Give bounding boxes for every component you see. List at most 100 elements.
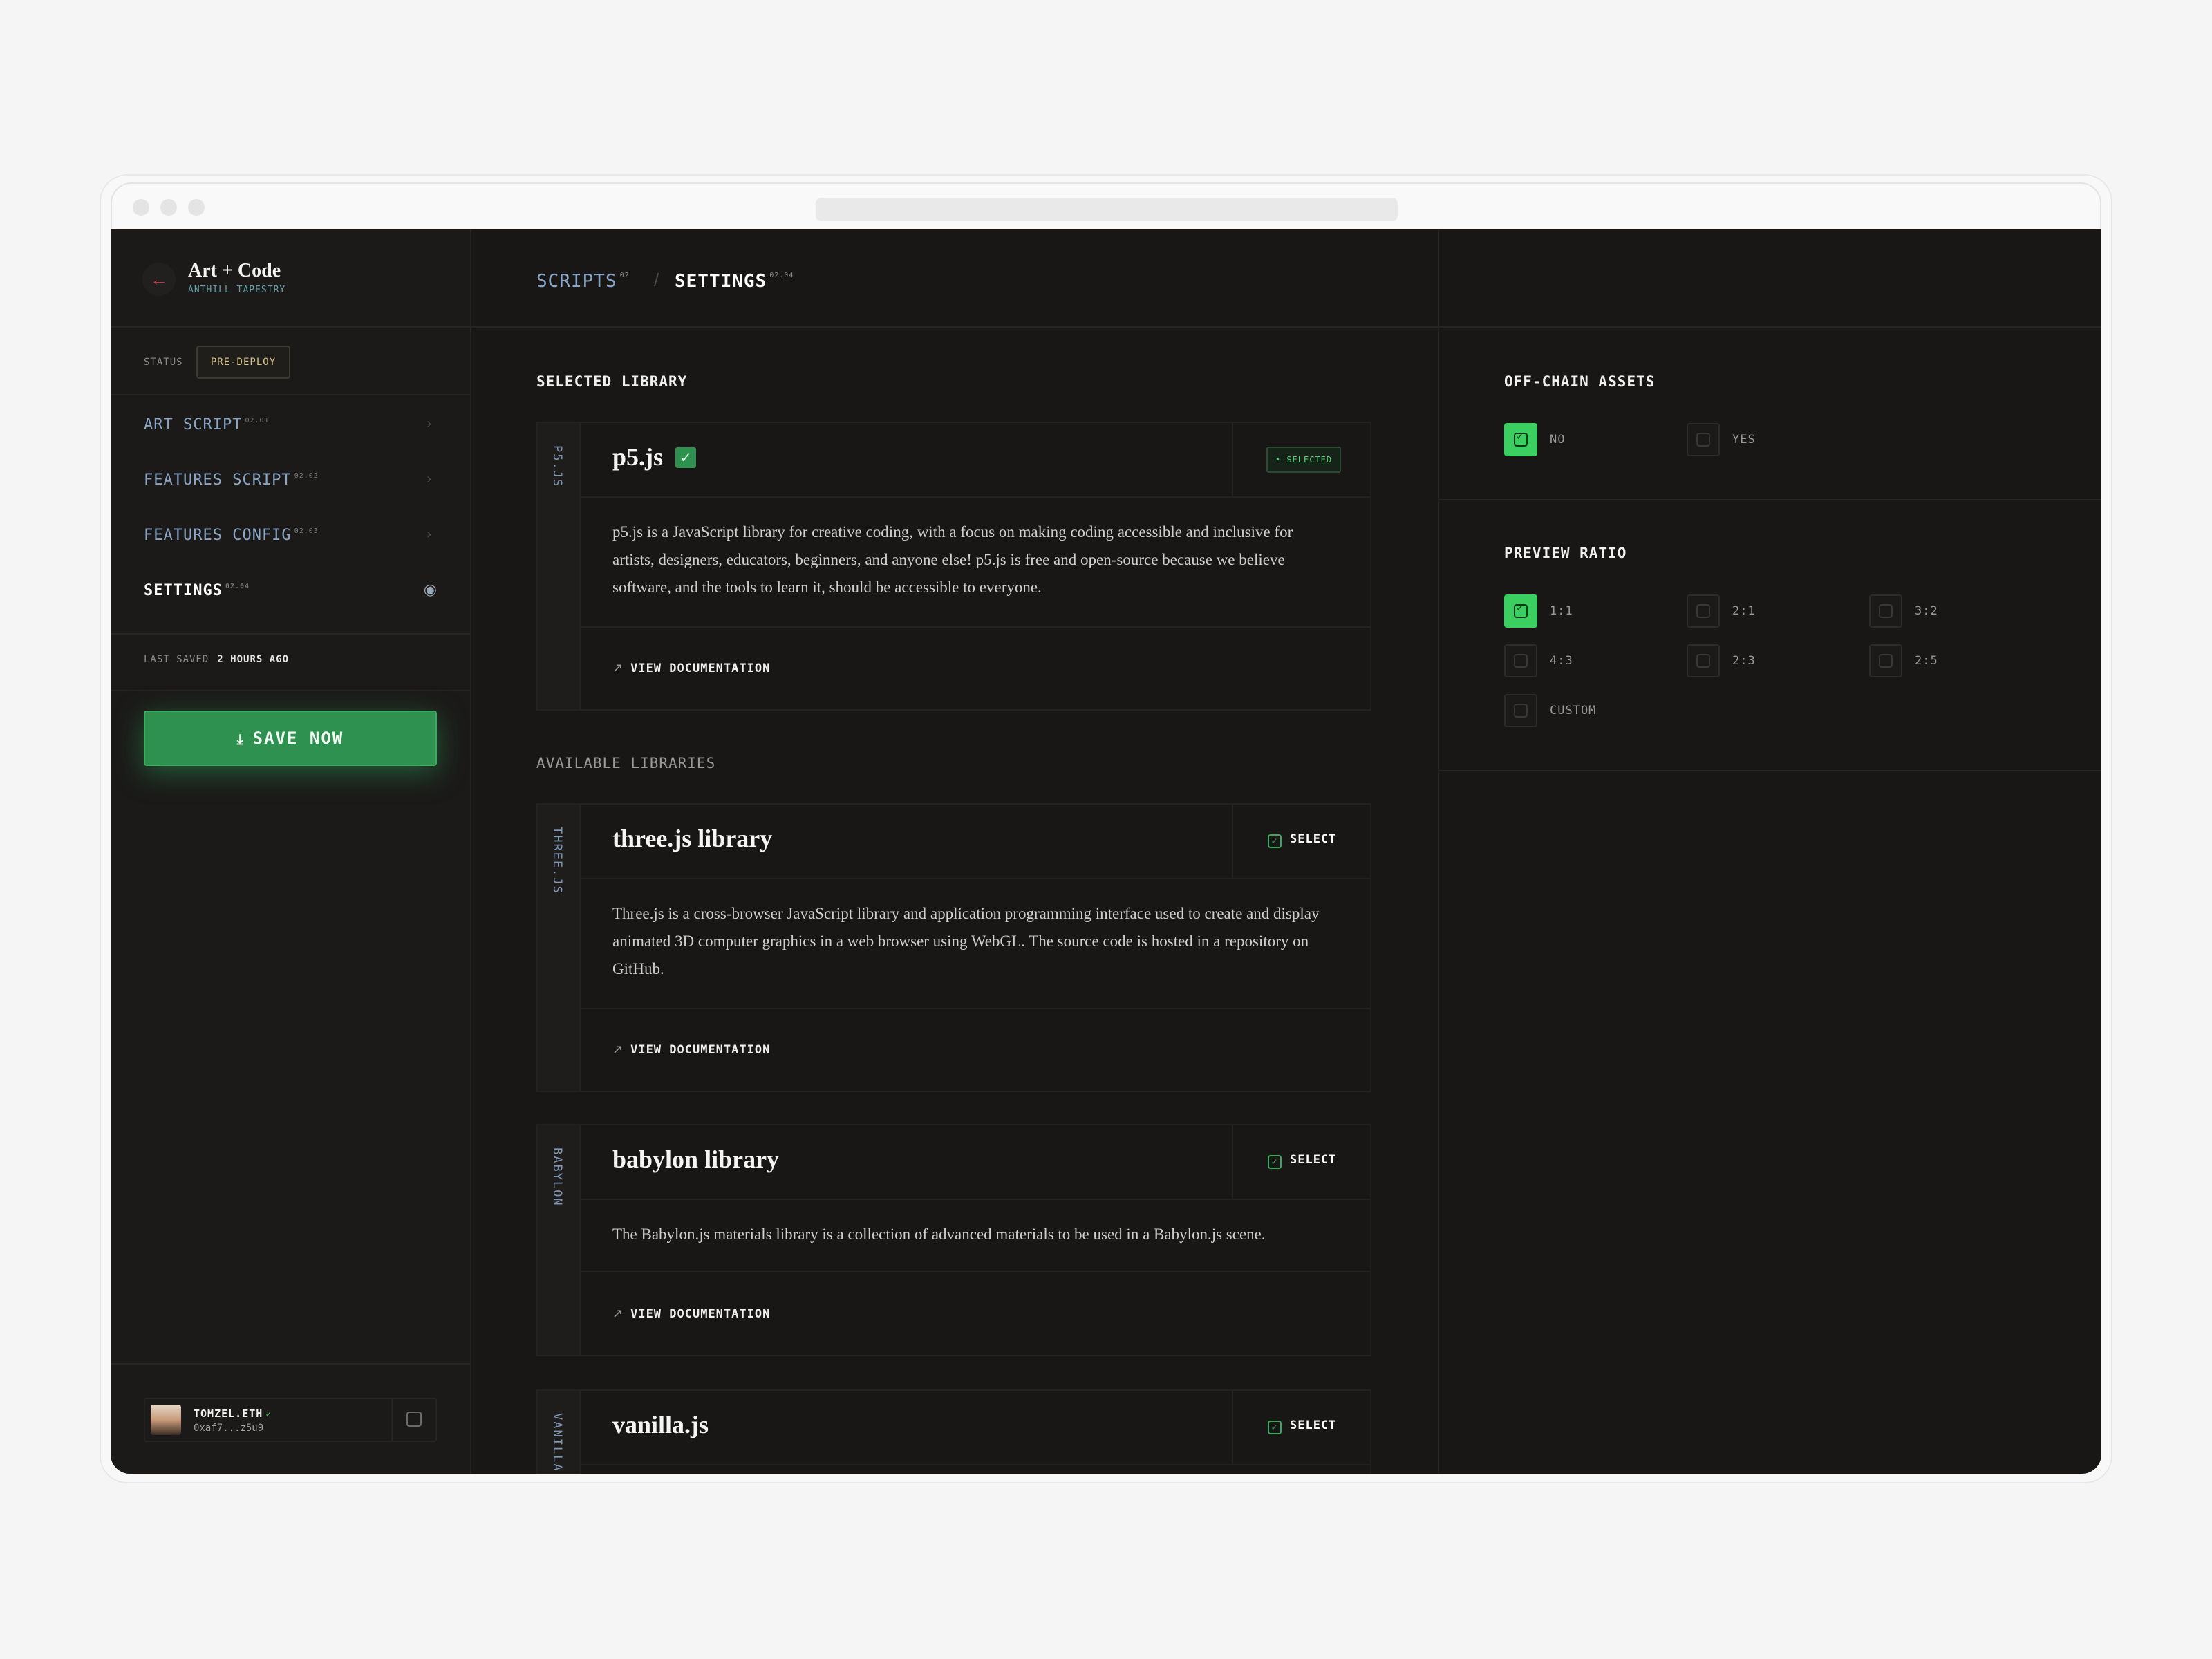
offchain-assets-heading: OFF-CHAIN ASSETS xyxy=(1504,373,1656,390)
download-icon: ⤓ xyxy=(236,731,245,747)
breadcrumb-scripts[interactable]: SCRIPTS 02 xyxy=(536,271,630,292)
checkbox[interactable] xyxy=(1504,644,1537,677)
divider xyxy=(391,1399,393,1441)
divider xyxy=(111,690,470,691)
select-button[interactable]: ✓ SELECT xyxy=(1268,1418,1336,1434)
select-button[interactable]: ✓ SELECT xyxy=(1268,832,1336,848)
window-maximize-dot[interactable] xyxy=(188,199,205,216)
wallet-address: 0xaf7...z5u9 xyxy=(194,1423,264,1434)
external-link-icon: ↗ xyxy=(612,1306,624,1321)
divider xyxy=(581,1008,1370,1009)
brand-header: ← Art + Code ANTHILL TAPESTRY xyxy=(111,229,470,328)
library-name: p5.js xyxy=(612,443,664,471)
option-label: 4:3 xyxy=(1550,654,1573,668)
panel-divider xyxy=(1438,229,1439,1474)
divider xyxy=(1439,770,2101,771)
breadcrumb-settings: SETTINGS 02.04 xyxy=(675,271,794,292)
sidebar-item-features-script[interactable]: FEATURES SCRIPT 02.02 › xyxy=(111,451,470,506)
breadcrumb-separator: / xyxy=(654,270,659,290)
breadcrumb-label: SCRIPTS xyxy=(536,271,617,292)
select-button[interactable]: ✓ SELECT xyxy=(1268,1153,1336,1169)
checkbox[interactable] xyxy=(1504,694,1537,727)
library-tag: BABYLON xyxy=(550,1147,564,1207)
library-card-vanilla: VANILLA vanilla.js ✓ SELECT xyxy=(536,1389,1371,1474)
sidebar-item-number: 02.03 xyxy=(294,527,319,535)
window-close-dot[interactable] xyxy=(133,199,149,216)
last-saved-label: LAST SAVED xyxy=(144,654,209,665)
view-documentation-link[interactable]: ↗ VIEW DOCUMENTATION xyxy=(612,1042,770,1057)
checkbox[interactable] xyxy=(1687,594,1720,628)
checkbox-icon: ✓ xyxy=(1268,1421,1282,1434)
library-tag: THREE.JS xyxy=(550,827,564,894)
eye-icon: ◉ xyxy=(423,581,437,598)
app-window: ← Art + Code ANTHILL TAPESTRY STATUS PRE… xyxy=(111,229,2101,1474)
status-label: STATUS xyxy=(144,357,183,368)
external-link-icon: ↗ xyxy=(612,661,624,675)
divider xyxy=(111,633,470,635)
option-label: CUSTOM xyxy=(1550,704,1597,718)
divider xyxy=(111,1363,470,1365)
option-label: 2:1 xyxy=(1732,604,1756,618)
library-card-babylon: BABYLON babylon library ✓ SELECT The Baby… xyxy=(536,1124,1371,1356)
checkbox[interactable] xyxy=(1687,423,1720,456)
view-documentation-link[interactable]: ↗ VIEW DOCUMENTATION xyxy=(612,661,770,675)
check-icon: ✓ xyxy=(675,447,697,468)
sidebar-nav: ART SCRIPT 02.01 › FEATURES SCRIPT 02.02 ›… xyxy=(111,395,470,617)
selected-badge: • SELECTED xyxy=(1266,447,1341,473)
last-saved: LAST SAVED 2 HOURS AGO xyxy=(144,654,289,665)
window-minimize-dot[interactable] xyxy=(160,199,177,216)
divider xyxy=(581,1271,1370,1272)
available-libraries-heading: AVAILABLE LIBRARIES xyxy=(536,755,716,771)
preview-ratio-heading: PREVIEW RATIO xyxy=(1504,545,1627,561)
sidebar-item-art-script[interactable]: ART SCRIPT 02.01 › xyxy=(111,395,470,451)
app-title: Art + Code xyxy=(188,260,281,281)
status-row: STATUS PRE-DEPLOY xyxy=(111,328,470,395)
status-badge: PRE-DEPLOY xyxy=(196,346,290,379)
checkbox-icon: ✓ xyxy=(1268,834,1282,848)
chevron-right-icon: › xyxy=(427,527,431,542)
option-label: 3:2 xyxy=(1915,604,1938,618)
back-arrow-icon[interactable]: ← xyxy=(142,263,176,296)
external-link-icon: ↗ xyxy=(612,1042,624,1057)
disconnect-icon[interactable] xyxy=(406,1412,422,1427)
library-description: p5.js is a JavaScript library for creati… xyxy=(612,523,1293,596)
last-saved-value: 2 HOURS AGO xyxy=(217,654,290,665)
save-now-button[interactable]: ⤓ SAVE NOW xyxy=(144,711,437,766)
address-bar[interactable] xyxy=(816,198,1398,221)
library-card-threejs: THREE.JS three.js library ✓ SELECT Three.… xyxy=(536,803,1371,1092)
sidebar-item-label: FEATURES SCRIPT xyxy=(144,471,292,489)
checkbox[interactable] xyxy=(1504,423,1537,456)
sidebar-item-number: 02.02 xyxy=(294,472,319,480)
breadcrumb-number: 02 xyxy=(619,272,630,279)
sidebar-item-number: 02.01 xyxy=(245,417,270,424)
library-name: three.js library xyxy=(612,825,773,852)
library-description: Three.js is a cross-browser JavaScript l… xyxy=(612,905,1320,977)
checkbox[interactable] xyxy=(1504,594,1537,628)
sidebar-item-label: FEATURES CONFIG xyxy=(144,527,292,544)
option-label: YES xyxy=(1732,433,1756,447)
view-documentation-link[interactable]: ↗ VIEW DOCUMENTATION xyxy=(612,1306,770,1321)
user-card[interactable]: TOMZEL.ETH ✓ 0xaf7...z5u9 xyxy=(144,1398,437,1442)
option-label: 1:1 xyxy=(1550,604,1573,618)
divider xyxy=(1439,499,2101,500)
checkbox[interactable] xyxy=(1869,644,1902,677)
option-label: 2:3 xyxy=(1732,654,1756,668)
verified-icon: ✓ xyxy=(265,1409,272,1420)
sidebar-item-settings[interactable]: SETTINGS 02.04 ◉ xyxy=(111,561,470,617)
library-tag: VANILLA xyxy=(550,1413,564,1472)
library-description: The Babylon.js materials library is a co… xyxy=(612,1226,1266,1243)
option-label: NO xyxy=(1550,433,1566,447)
sidebar-item-features-config[interactable]: FEATURES CONFIG 02.03 › xyxy=(111,506,470,561)
avatar xyxy=(151,1405,181,1435)
page-header: SCRIPTS 02 / SETTINGS 02.04 xyxy=(471,229,2101,328)
library-name: babylon library xyxy=(612,1145,780,1173)
checkbox-icon: ✓ xyxy=(1268,1155,1282,1169)
checkbox[interactable] xyxy=(1687,644,1720,677)
breadcrumb-number: 02.04 xyxy=(769,272,794,279)
breadcrumb-label: SETTINGS xyxy=(675,271,767,292)
checkbox[interactable] xyxy=(1869,594,1902,628)
user-name: TOMZEL.ETH xyxy=(194,1407,263,1420)
save-now-label: SAVE NOW xyxy=(252,729,344,748)
divider xyxy=(581,626,1370,628)
library-card-p5js: P5.JS p5.js ✓ • SELECTED p5.js is a JavaS… xyxy=(536,422,1371,711)
